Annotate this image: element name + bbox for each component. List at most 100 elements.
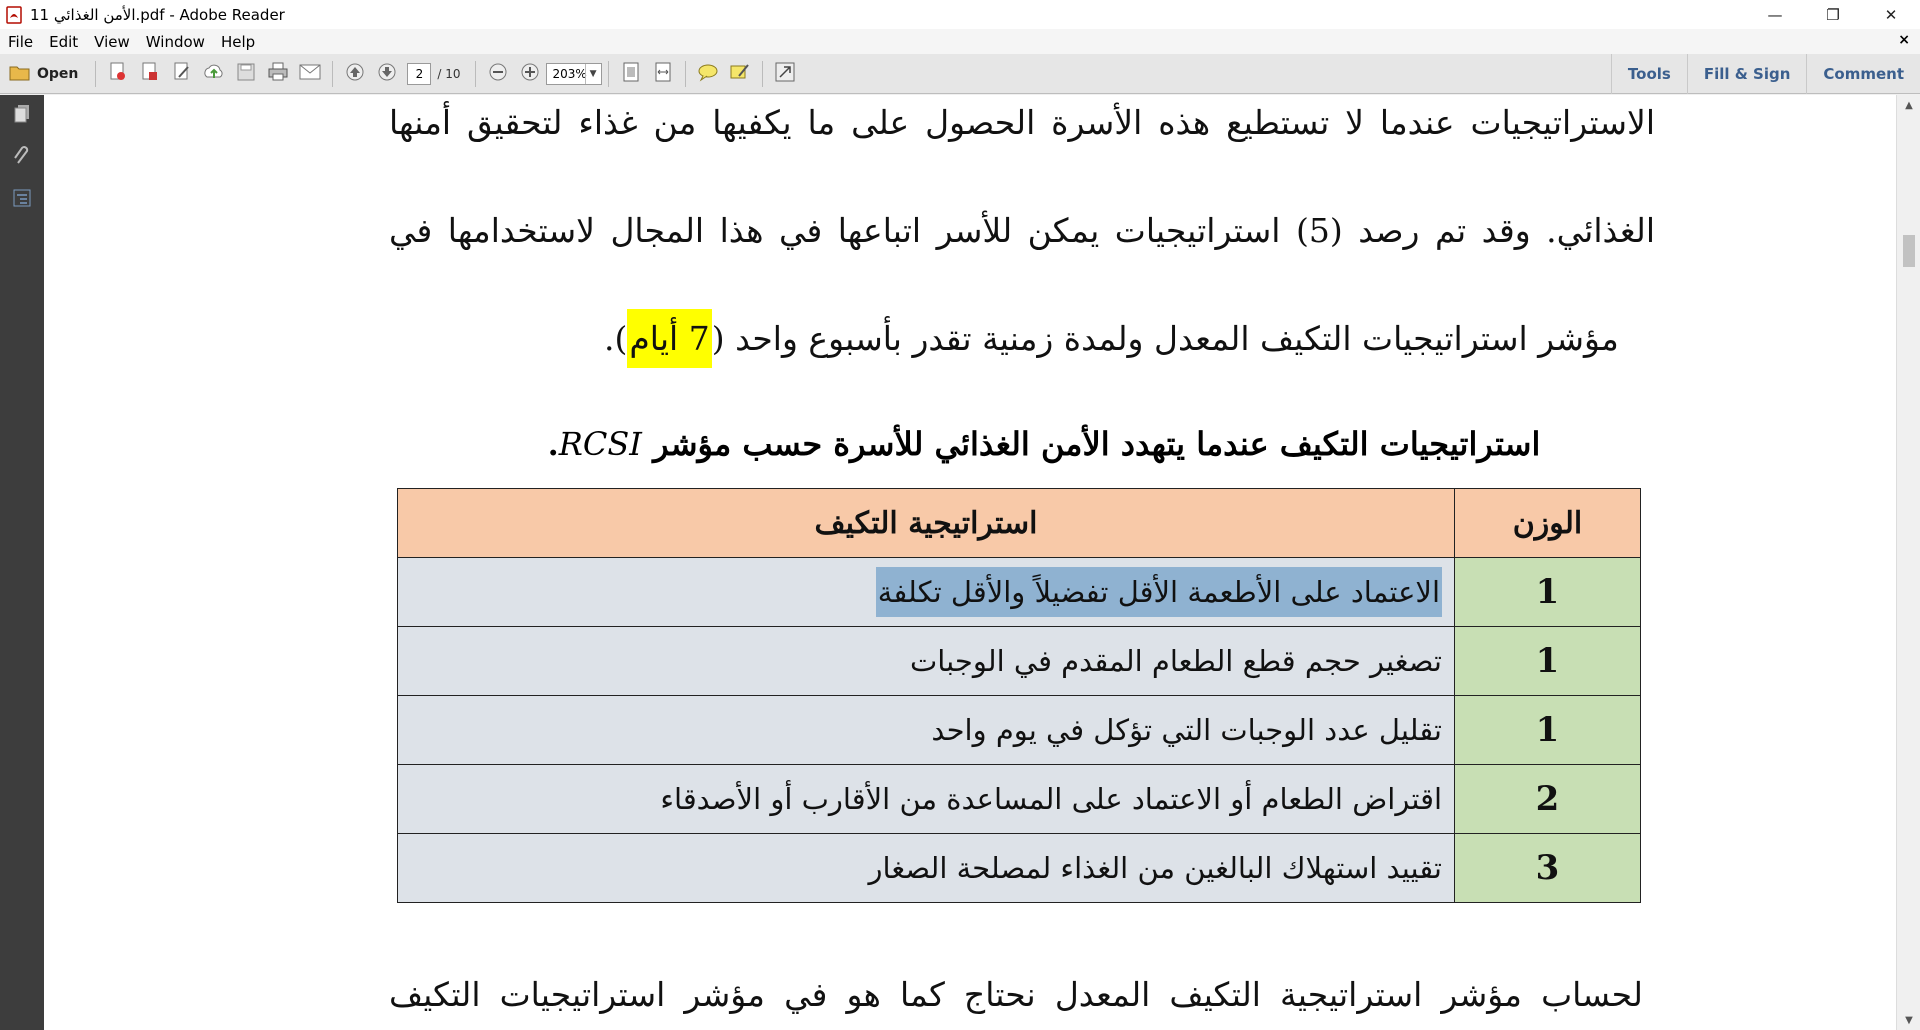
page-number-input[interactable]: 2 bbox=[407, 62, 432, 85]
table-row: 3 تقييد استهلاك البالغين من الغذاء لمصلح… bbox=[397, 833, 1641, 903]
toolbar-separator bbox=[332, 60, 334, 87]
heading-acronym: RCSI bbox=[558, 425, 642, 463]
highlighted-text: 7 أيام bbox=[627, 309, 712, 368]
toolbar-separator bbox=[607, 60, 609, 87]
fit-width-button[interactable] bbox=[648, 59, 678, 89]
fit-page-button[interactable] bbox=[616, 59, 646, 89]
highlight-button[interactable] bbox=[725, 59, 755, 89]
email-button[interactable] bbox=[295, 59, 325, 89]
fit-width-icon bbox=[653, 61, 673, 87]
create-pdf-icon bbox=[107, 61, 129, 87]
page-thumbnails-button[interactable] bbox=[0, 95, 44, 137]
minus-circle-icon bbox=[488, 62, 508, 86]
comment-tab[interactable]: Comment bbox=[1806, 54, 1920, 94]
strategy-cell: الاعتماد على الأطعمة الأقل تفضيلاً والأق… bbox=[397, 557, 1455, 627]
heading-end: . bbox=[547, 425, 559, 463]
menu-window[interactable]: Window bbox=[138, 33, 213, 51]
title-bar: الأمن الغذائي 11.pdf - Adobe Reader — ❐ … bbox=[0, 0, 1920, 29]
adobe-pdf-icon bbox=[4, 5, 24, 25]
table-row: 1 تقليل عدد الوجبات التي تؤكل في يوم واح… bbox=[397, 695, 1641, 765]
zoom-out-button[interactable] bbox=[483, 59, 513, 89]
arrow-up-icon bbox=[345, 62, 365, 86]
export-pdf-button[interactable] bbox=[135, 59, 165, 89]
print-button[interactable] bbox=[263, 59, 293, 89]
bookmarks-button[interactable] bbox=[0, 179, 44, 221]
table-row: 1 تصغير حجم قطع الطعام المقدم في الوجبات bbox=[397, 626, 1641, 696]
menu-view[interactable]: View bbox=[86, 33, 138, 51]
task-pane-tabs: Tools Fill & Sign Comment bbox=[1610, 54, 1920, 94]
printer-icon bbox=[267, 62, 289, 86]
close-document-button[interactable]: × bbox=[1898, 32, 1910, 48]
fit-page-icon bbox=[621, 61, 641, 87]
edit-pdf-button[interactable] bbox=[167, 59, 197, 89]
highlighter-icon bbox=[729, 62, 751, 86]
arrow-down-icon bbox=[377, 62, 397, 86]
export-pdf-icon bbox=[139, 61, 161, 87]
toolbar: Open 2 / 10 203% ▼ Tools Fill & Sign Com… bbox=[0, 54, 1920, 94]
plus-circle-icon bbox=[520, 62, 540, 86]
zoom-level-select[interactable]: 203% ▼ bbox=[545, 62, 602, 85]
attachments-button[interactable] bbox=[0, 137, 44, 179]
menu-bar: File Edit View Window Help × bbox=[0, 29, 1920, 54]
window-controls: — ❐ ✕ bbox=[1746, 0, 1920, 29]
tools-tab[interactable]: Tools bbox=[1610, 54, 1687, 94]
create-pdf-button[interactable] bbox=[103, 59, 133, 89]
document-viewer[interactable]: الاستراتيجيات عندما لا تستطيع هذه الأسرة… bbox=[44, 95, 1896, 1030]
menu-help[interactable]: Help bbox=[213, 33, 263, 51]
restore-button[interactable]: ❐ bbox=[1804, 0, 1862, 29]
zoom-in-button[interactable] bbox=[515, 59, 545, 89]
save-button[interactable] bbox=[231, 59, 261, 89]
close-window-button[interactable]: ✕ bbox=[1862, 0, 1920, 29]
pdf-page: الاستراتيجيات عندما لا تستطيع هذه الأسرة… bbox=[44, 95, 1896, 1030]
toolbar-separator bbox=[684, 60, 686, 87]
fill-sign-tab[interactable]: Fill & Sign bbox=[1686, 54, 1807, 94]
floppy-disk-icon bbox=[236, 62, 256, 86]
strategy-cell: تقليل عدد الوجبات التي تؤكل في يوم واحد bbox=[397, 695, 1455, 765]
table-row: 1 الاعتماد على الأطعمة الأقل تفضيلاً وال… bbox=[397, 557, 1641, 627]
minimize-button[interactable]: — bbox=[1746, 0, 1804, 29]
next-page-button[interactable] bbox=[372, 59, 402, 89]
paragraph-text: مؤشر استراتيجيات التكيف المعدل ولمدة زمن… bbox=[711, 319, 1619, 358]
folder-icon bbox=[9, 63, 31, 85]
page-total: / 10 bbox=[437, 66, 461, 81]
paragraph-line: الاستراتيجيات عندما لا تستطيع هذه الأسرة… bbox=[389, 103, 1655, 142]
vertical-scrollbar[interactable]: ▲ ▼ bbox=[1896, 95, 1920, 1030]
section-heading: استراتيجيات التكيف عندما يتهدد الأمن الغ… bbox=[514, 425, 1574, 463]
paperclip-icon bbox=[12, 145, 32, 171]
weight-cell: 2 bbox=[1454, 764, 1641, 834]
scroll-down-arrow-icon[interactable]: ▼ bbox=[1897, 1010, 1920, 1030]
toolbar-separator bbox=[95, 60, 97, 87]
strategy-cell: اقتراض الطعام أو الاعتماد على المساعدة م… bbox=[397, 764, 1455, 834]
envelope-icon bbox=[299, 64, 321, 84]
open-label: Open bbox=[37, 65, 79, 82]
column-header-strategy: استراتيجية التكيف bbox=[397, 488, 1455, 558]
weight-cell: 1 bbox=[1454, 626, 1641, 696]
paragraph-line: لحساب مؤشر استراتيجية التكيف المعدل نحتا… bbox=[389, 975, 1643, 1014]
coping-strategies-table: الوزن استراتيجية التكيف 1 الاعتماد على ا… bbox=[397, 488, 1641, 903]
navigation-panel bbox=[0, 95, 44, 1030]
window-title: الأمن الغذائي 11.pdf - Adobe Reader bbox=[30, 5, 285, 24]
paragraph-text: ). bbox=[604, 319, 628, 358]
scroll-up-arrow-icon[interactable]: ▲ bbox=[1897, 95, 1920, 115]
menu-file[interactable]: File bbox=[0, 33, 41, 51]
paragraph-line: مؤشر استراتيجيات التكيف المعدل ولمدة زمن… bbox=[604, 309, 1619, 368]
open-button[interactable]: Open bbox=[1, 59, 88, 89]
cloud-upload-icon bbox=[202, 61, 226, 87]
strategy-cell: تقييد استهلاك البالغين من الغذاء لمصلحة … bbox=[397, 833, 1455, 903]
bookmark-list-icon bbox=[12, 187, 32, 213]
heading-text: استراتيجيات التكيف عندما يتهدد الأمن الغ… bbox=[653, 425, 1541, 463]
toolbar-separator bbox=[474, 60, 476, 87]
expand-button[interactable] bbox=[770, 59, 800, 89]
scrollbar-thumb[interactable] bbox=[1903, 235, 1915, 267]
sticky-note-button[interactable] bbox=[693, 59, 723, 89]
table-header-row: الوزن استراتيجية التكيف bbox=[397, 488, 1641, 558]
paragraph-line: الغذائي. وقد تم رصد (5) استراتيجيات يمكن… bbox=[389, 211, 1655, 250]
selected-text: الاعتماد على الأطعمة الأقل تفضيلاً والأق… bbox=[875, 567, 1442, 617]
table-row: 2 اقتراض الطعام أو الاعتماد على المساعدة… bbox=[397, 764, 1641, 834]
strategy-cell: تصغير حجم قطع الطعام المقدم في الوجبات bbox=[397, 626, 1455, 696]
cloud-upload-button[interactable] bbox=[199, 59, 229, 89]
weight-cell: 1 bbox=[1454, 557, 1641, 627]
previous-page-button[interactable] bbox=[340, 59, 370, 89]
weight-cell: 1 bbox=[1454, 695, 1641, 765]
menu-edit[interactable]: Edit bbox=[41, 33, 86, 51]
